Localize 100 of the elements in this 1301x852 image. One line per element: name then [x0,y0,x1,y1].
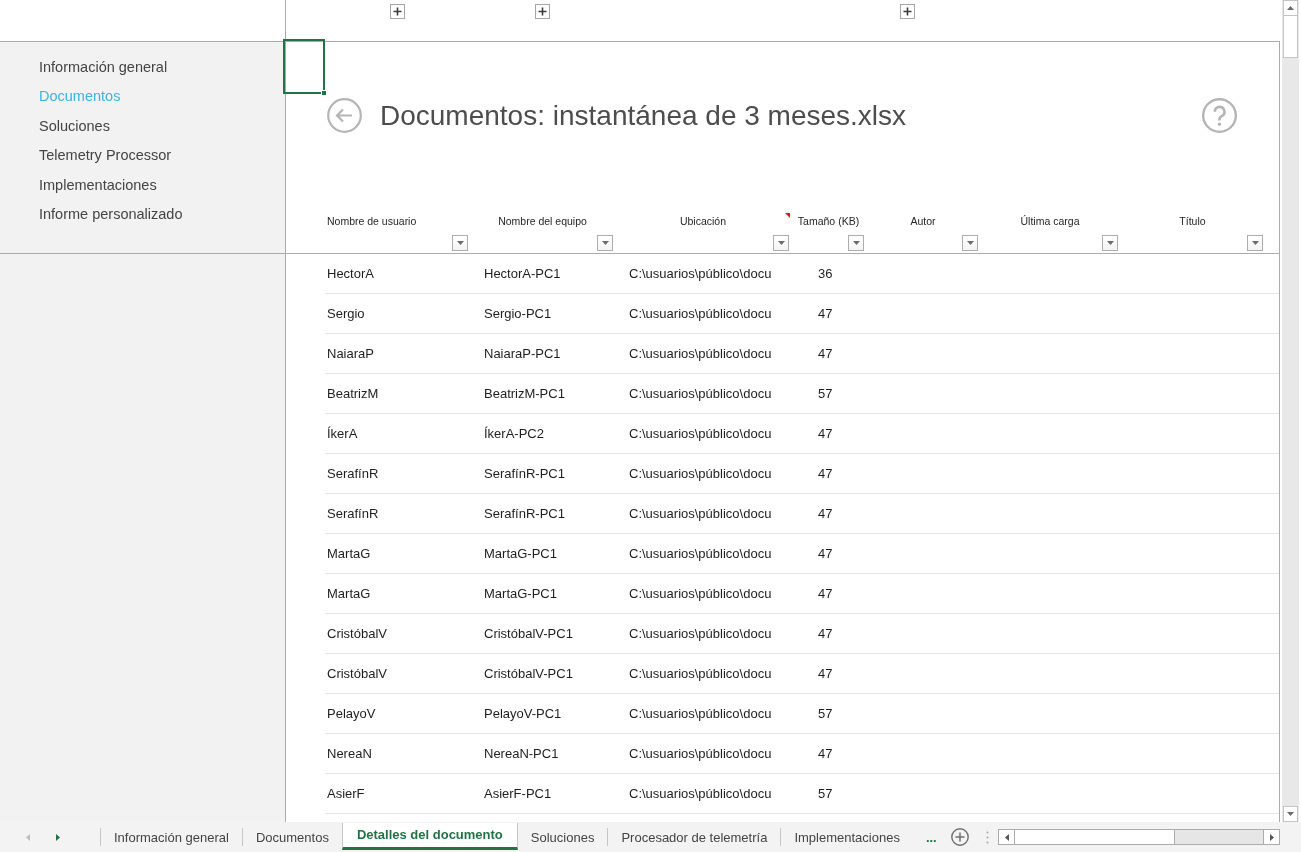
scroll-up-button[interactable] [1283,0,1298,16]
filter-button[interactable] [1247,235,1263,251]
table-cell: BeatrizM-PC1 [484,386,565,401]
table-cell: 47 [818,426,833,441]
table-cell: C:\usuarios\público\docu [629,386,772,401]
caret-right-icon [1269,833,1274,841]
filter-button[interactable] [597,235,613,251]
filter-button[interactable] [962,235,978,251]
sheet-tab[interactable]: Implementaciones [781,824,913,851]
table-cell: NaiaraP [327,346,374,361]
expand-plus-icon[interactable] [900,4,915,19]
table-cell: 57 [818,386,833,401]
table-cell: C:\usuarios\público\docu [629,506,772,521]
sidebar-item[interactable]: Implementaciones [39,170,157,201]
table-cell: 47 [818,626,833,641]
table-cell: AsierF [327,786,365,801]
table-cell: C:\usuarios\público\docu [629,266,772,281]
sidebar-item[interactable]: Informe personalizado [39,200,183,230]
column-header: Última carga [1020,215,1080,227]
filter-button[interactable] [1102,235,1118,251]
filter-button[interactable] [773,235,789,251]
table-cell: C:\usuarios\público\docu [629,746,772,761]
table-cell: 47 [818,546,833,561]
report-title: Documentos: instantánea de 3 meses.xlsx [380,99,907,132]
sidebar-item[interactable]: Telemetry Processor [39,141,172,171]
table-cell: MartaG [327,586,371,601]
table-cell: 47 [818,586,833,601]
table-cell: NereaN [327,746,372,761]
table-cell: SerafínR-PC1 [484,466,565,481]
table-cell: 47 [818,666,833,681]
table-cell: C:\usuarios\público\docu [629,546,772,561]
add-sheet-plus-circle-icon[interactable] [950,828,969,846]
table-cell: NaiaraP-PC1 [484,346,561,361]
table-cell: C:\usuarios\público\docu [629,586,772,601]
table-cell: 47 [818,506,833,521]
filter-button[interactable] [848,235,864,251]
column-header: Autor [910,215,936,227]
table-cell: NereaN-PC1 [484,746,559,761]
table-cell: 36 [818,266,833,281]
table-cell: C:\usuarios\público\docu [629,706,772,721]
caret-down-icon [456,241,464,245]
column-header: Título [1179,215,1206,227]
column-header: Nombre de usuario [327,215,417,227]
sheet-tab[interactable]: Soluciones [517,824,608,851]
expand-plus-icon[interactable] [535,4,550,19]
table-cell: C:\usuarios\público\docu [629,786,772,801]
sheet-tab[interactable]: Documentos [242,824,342,851]
table-cell: ÍkerA [327,426,358,441]
column-header: Nombre del equipo [498,215,587,227]
caret-down-icon [1251,241,1259,245]
horizontal-scrollbar[interactable] [998,829,1280,845]
table-cell: SerafínR [327,506,379,521]
sheet-tab[interactable]: Procesador de telemetría [608,824,781,851]
table-cell: MartaG [327,546,371,561]
table-cell: Sergio-PC1 [484,306,552,321]
caret-up-icon [1287,6,1294,10]
table-cell: 47 [818,306,833,321]
table-cell: 47 [818,346,833,361]
table-cell: 57 [818,706,833,721]
filter-button[interactable] [452,235,468,251]
sidebar-item[interactable]: Información general [39,53,168,83]
sheet-tab[interactable]: Información general [101,824,242,851]
scrollbar-thumb[interactable] [1015,830,1175,844]
table-cell: 47 [818,746,833,761]
table-cell: C:\usuarios\público\docu [629,346,772,361]
scroll-left-button[interactable] [999,830,1015,844]
more-sheets-button[interactable]: ... [923,829,939,845]
sidebar-item[interactable]: Soluciones [39,111,110,142]
caret-down-icon [777,241,785,245]
table-cell: C:\usuarios\público\docu [629,466,772,481]
column-header: Ubicación [679,215,727,227]
table-cell: 57 [818,786,833,801]
scrollbar-thumb[interactable] [1283,16,1298,58]
table-cell: C:\usuarios\público\docu [629,306,772,321]
table-cell: AsierF-PC1 [484,786,552,801]
caret-down-icon [966,241,974,245]
table-cell: CristóbalV [327,626,387,641]
caret-down-icon [852,241,860,245]
scroll-down-button[interactable] [1283,806,1298,822]
table-cell: PelayoV [327,706,376,721]
table-cell: CristóbalV-PC1 [484,626,573,641]
caret-down-icon [601,241,609,245]
table-cell: MartaG-PC1 [484,546,557,561]
table-cell: CristóbalV-PC1 [484,666,573,681]
table-cell: C:\usuarios\público\docu [629,666,772,681]
table-cell: C:\usuarios\público\docu [629,626,772,641]
table-cell: CristóbalV [327,666,387,681]
table-cell: BeatrizM [327,386,379,401]
vertical-dots-icon[interactable] [985,830,989,844]
column-header: Tamaño (KB) [797,215,860,227]
table-cell: 47 [818,466,833,481]
scroll-right-button[interactable] [1263,830,1279,844]
caret-left-icon [1004,833,1009,841]
table-cell: SerafínR [327,466,379,481]
table-cell: ÍkerA-PC2 [484,426,544,441]
table-cell: C:\usuarios\público\docu [629,426,772,441]
vertical-scrollbar[interactable] [1282,0,1299,822]
sheet-tab[interactable]: Detalles del documento [341,822,518,850]
expand-plus-icon[interactable] [390,4,405,19]
table-cell: Sergio [327,306,365,321]
